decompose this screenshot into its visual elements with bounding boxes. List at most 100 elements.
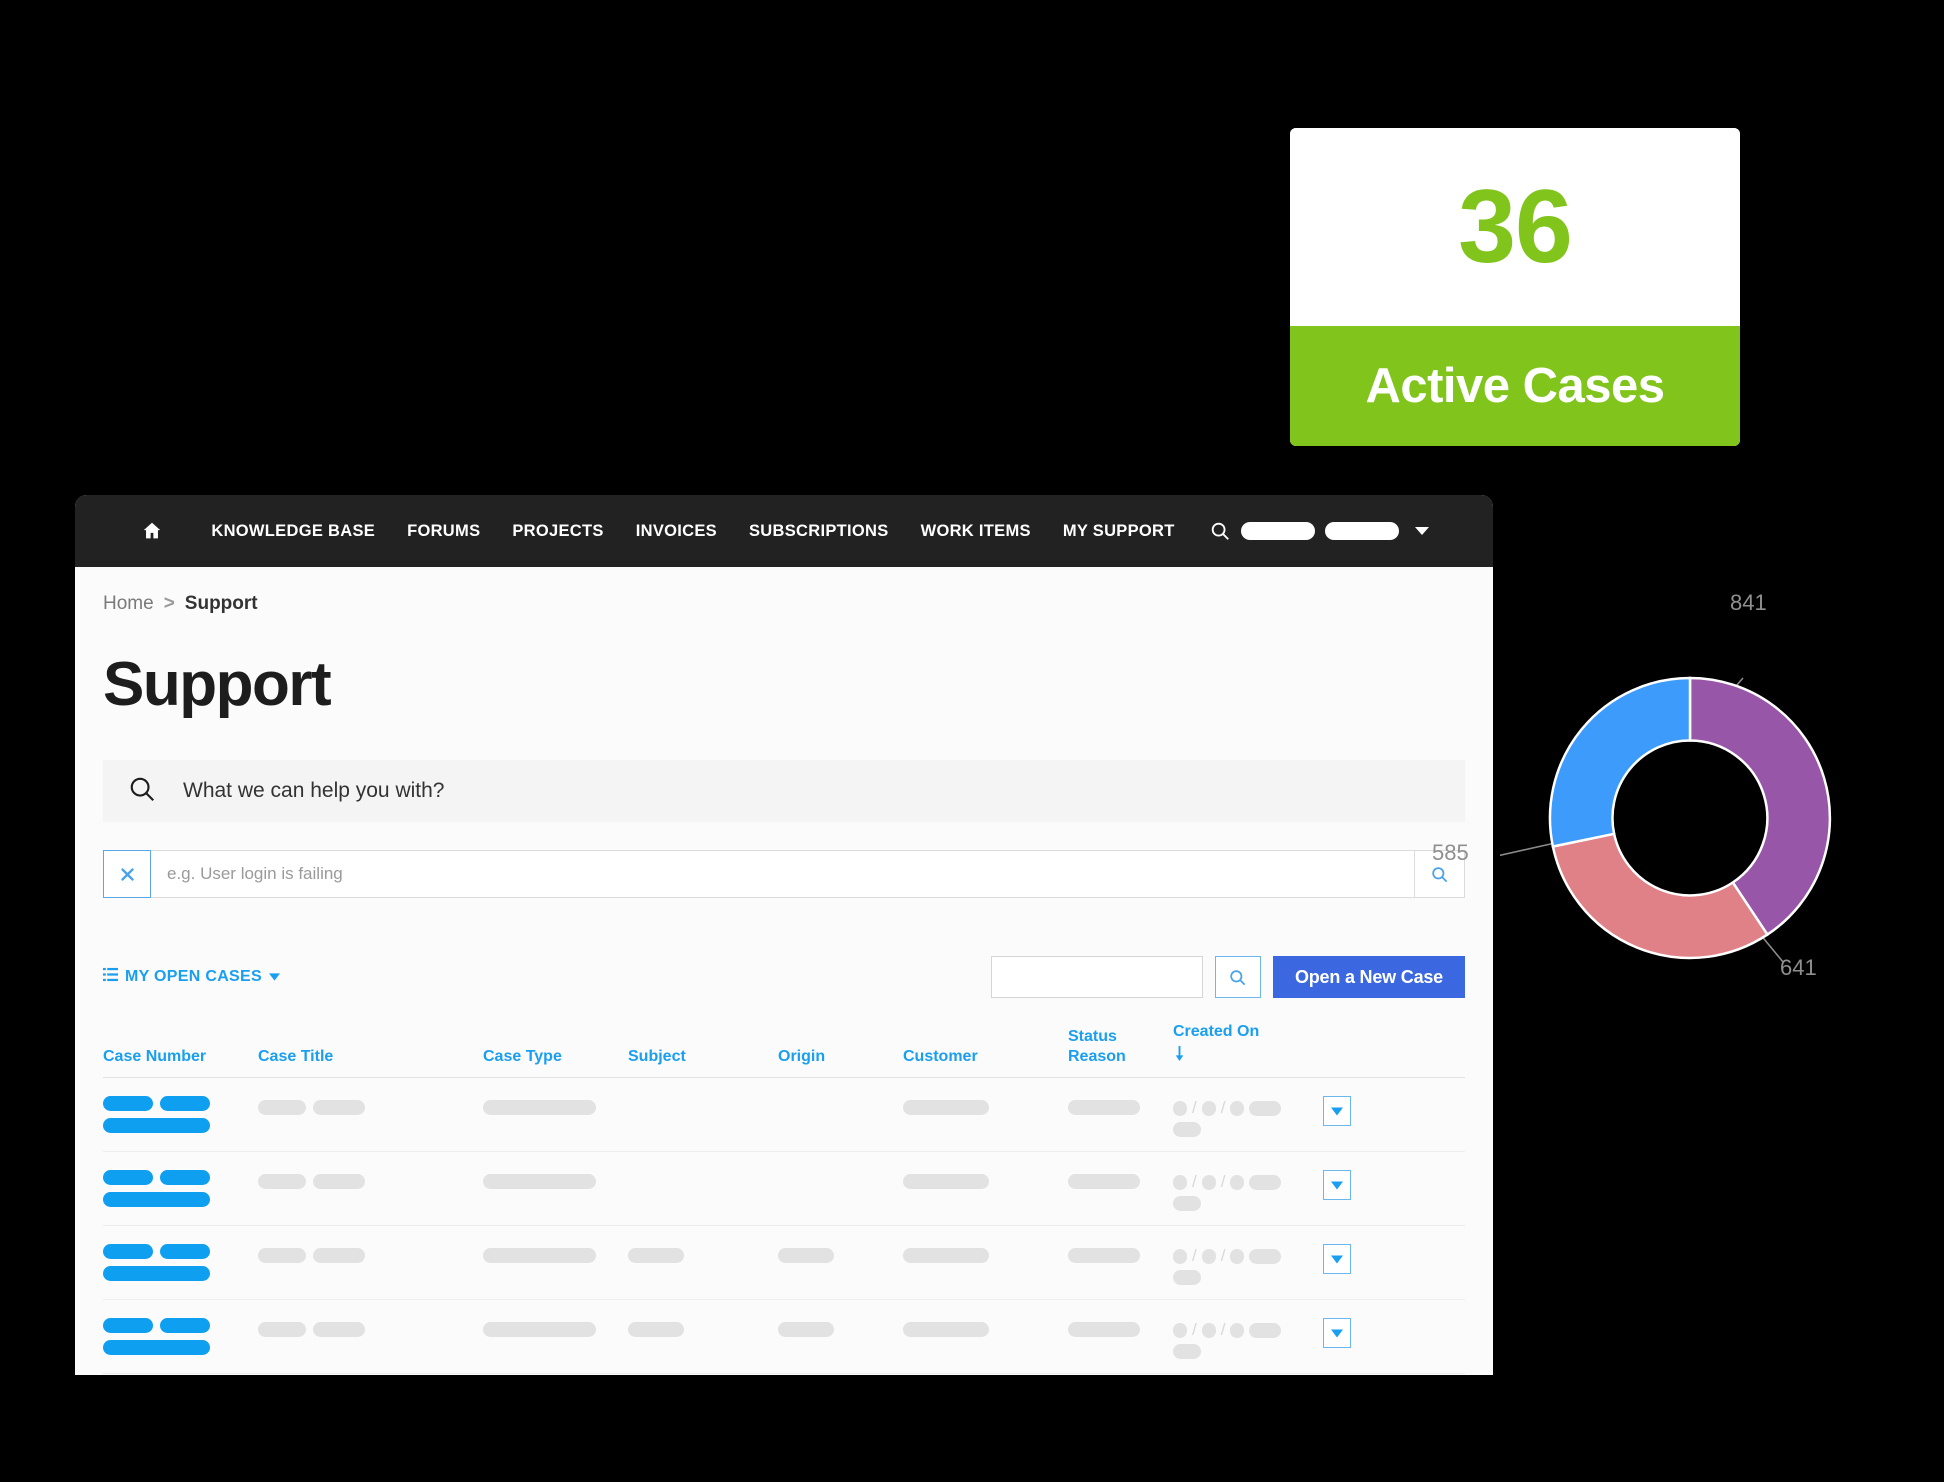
kpi-value-area: 36 [1290,128,1740,326]
caret-down-icon [268,968,280,986]
kpi-label-area: Active Cases [1290,326,1740,446]
nav-item-my-support[interactable]: MY SUPPORT [1047,522,1191,541]
cell-case-type [483,1168,628,1189]
active-cases-kpi-card: 36 Active Cases [1290,128,1740,446]
screenshot-stage: 36 Active Cases KNOWLEDGE BASE FORUMS PR… [0,0,1944,1482]
cell-status-reason [1068,1316,1173,1337]
column-header-status-reason[interactable]: Status Reason [1068,1027,1173,1067]
table-row[interactable]: / / [103,1226,1465,1300]
cell-status-reason [1068,1242,1173,1263]
cases-donut-chart: 841 641 585 [1432,590,1880,990]
cell-actions [1291,1242,1351,1274]
account-name-redacted [1240,522,1315,540]
cell-created-on: / / [1173,1316,1291,1359]
kpi-label: Active Cases [1365,359,1665,413]
chevron-down-icon[interactable] [1414,527,1429,535]
column-header-origin[interactable]: Origin [778,1047,903,1067]
cell-customer [903,1094,1068,1115]
cell-actions [1291,1316,1351,1348]
cell-customer [903,1168,1068,1189]
cell-case-number [103,1168,258,1207]
cell-created-on: / / [1173,1094,1291,1137]
table-row[interactable]: / / [103,1374,1465,1375]
chevron-down-icon[interactable] [1323,1170,1351,1200]
column-header-created-on[interactable]: Created On [1173,1022,1293,1067]
search-icon[interactable] [1209,520,1231,542]
cell-case-title [258,1168,483,1189]
cell-case-number [103,1242,258,1281]
breadcrumb-current: Support [184,593,258,614]
nav-item-invoices[interactable]: INVOICES [620,522,733,541]
column-header-customer[interactable]: Customer [903,1047,1068,1067]
arrow-down-icon [1173,1046,1293,1067]
support-portal-window: KNOWLEDGE BASE FORUMS PROJECTS INVOICES … [75,495,1493,1375]
cell-origin [778,1316,903,1337]
cell-case-type [483,1316,628,1337]
column-header-case-number[interactable]: Case Number [103,1047,258,1067]
close-icon[interactable] [103,850,151,898]
column-header-created-on-label: Created On [1173,1023,1260,1040]
kb-search-row [103,850,1465,898]
cell-case-number [103,1094,258,1133]
column-header-subject[interactable]: Subject [628,1047,778,1067]
list-icon [103,967,118,987]
cell-customer [903,1316,1068,1337]
donut-segments [1548,676,1832,960]
column-header-case-type[interactable]: Case Type [483,1047,628,1067]
chevron-down-icon[interactable] [1323,1096,1351,1126]
nav-item-work-items[interactable]: WORK ITEMS [905,522,1047,541]
cell-case-type [483,1094,628,1115]
cell-case-title [258,1242,483,1263]
help-search-bar[interactable]: What we can help you with? [103,760,1465,822]
cell-case-type [483,1242,628,1263]
donut-segment-641[interactable] [1551,832,1770,960]
cell-case-title [258,1094,483,1115]
cell-created-on: / / [1173,1242,1291,1285]
cases-table: Case Number Case Title Case Type Subject… [103,1020,1465,1375]
nav-item-projects[interactable]: PROJECTS [496,522,619,541]
cell-origin [778,1242,903,1263]
account-org-redacted [1324,522,1399,540]
page-body: Home > Support Support What we can help … [75,567,1493,1375]
cell-origin [778,1168,903,1174]
donut-segment-585[interactable] [1548,676,1692,848]
grid-search-input[interactable] [990,956,1203,998]
nav-item-subscriptions[interactable]: SUBSCRIPTIONS [733,522,905,541]
nav-item-forums[interactable]: FORUMS [391,522,496,541]
cell-subject [628,1242,778,1263]
home-icon[interactable] [139,518,165,544]
table-row[interactable]: / / [103,1300,1465,1374]
nav-items-container: KNOWLEDGE BASE FORUMS PROJECTS INVOICES … [139,518,1429,544]
cell-created-on: / / [1173,1168,1291,1211]
view-selector-my-open-cases[interactable]: MY OPEN CASES [103,967,280,987]
cell-actions [1291,1094,1351,1126]
cell-customer [903,1242,1068,1263]
grid-search-button[interactable] [1214,956,1261,998]
cases-toolbar: MY OPEN CASES Open a New Case [103,956,1465,998]
search-icon [127,774,157,809]
column-header-case-title[interactable]: Case Title [258,1047,483,1067]
view-selector-label: MY OPEN CASES [125,968,262,985]
help-search-placeholder: What we can help you with? [183,779,445,802]
chevron-down-icon[interactable] [1323,1318,1351,1348]
donut-label-841: 841 [1730,590,1767,615]
breadcrumb: Home > Support [75,567,1493,615]
donut-label-585: 585 [1432,840,1469,865]
leader-line-585 [1487,842,1556,859]
open-new-case-button[interactable]: Open a New Case [1272,956,1465,998]
kb-search-input[interactable] [151,850,1415,898]
cell-origin [778,1094,903,1100]
table-row[interactable]: / / [103,1078,1465,1152]
breadcrumb-separator: > [163,593,175,614]
cell-case-number [103,1316,258,1355]
nav-item-knowledge-base[interactable]: KNOWLEDGE BASE [195,522,391,541]
chevron-down-icon[interactable] [1323,1244,1351,1274]
table-row[interactable]: / / [103,1152,1465,1226]
donut-chart-svg [1487,676,1832,963]
page-title: Support [103,650,332,719]
breadcrumb-home[interactable]: Home [103,593,154,615]
cell-subject [628,1316,778,1337]
donut-label-641: 641 [1780,955,1817,980]
nav-account-zone [1209,520,1429,542]
kpi-value: 36 [1458,169,1573,285]
